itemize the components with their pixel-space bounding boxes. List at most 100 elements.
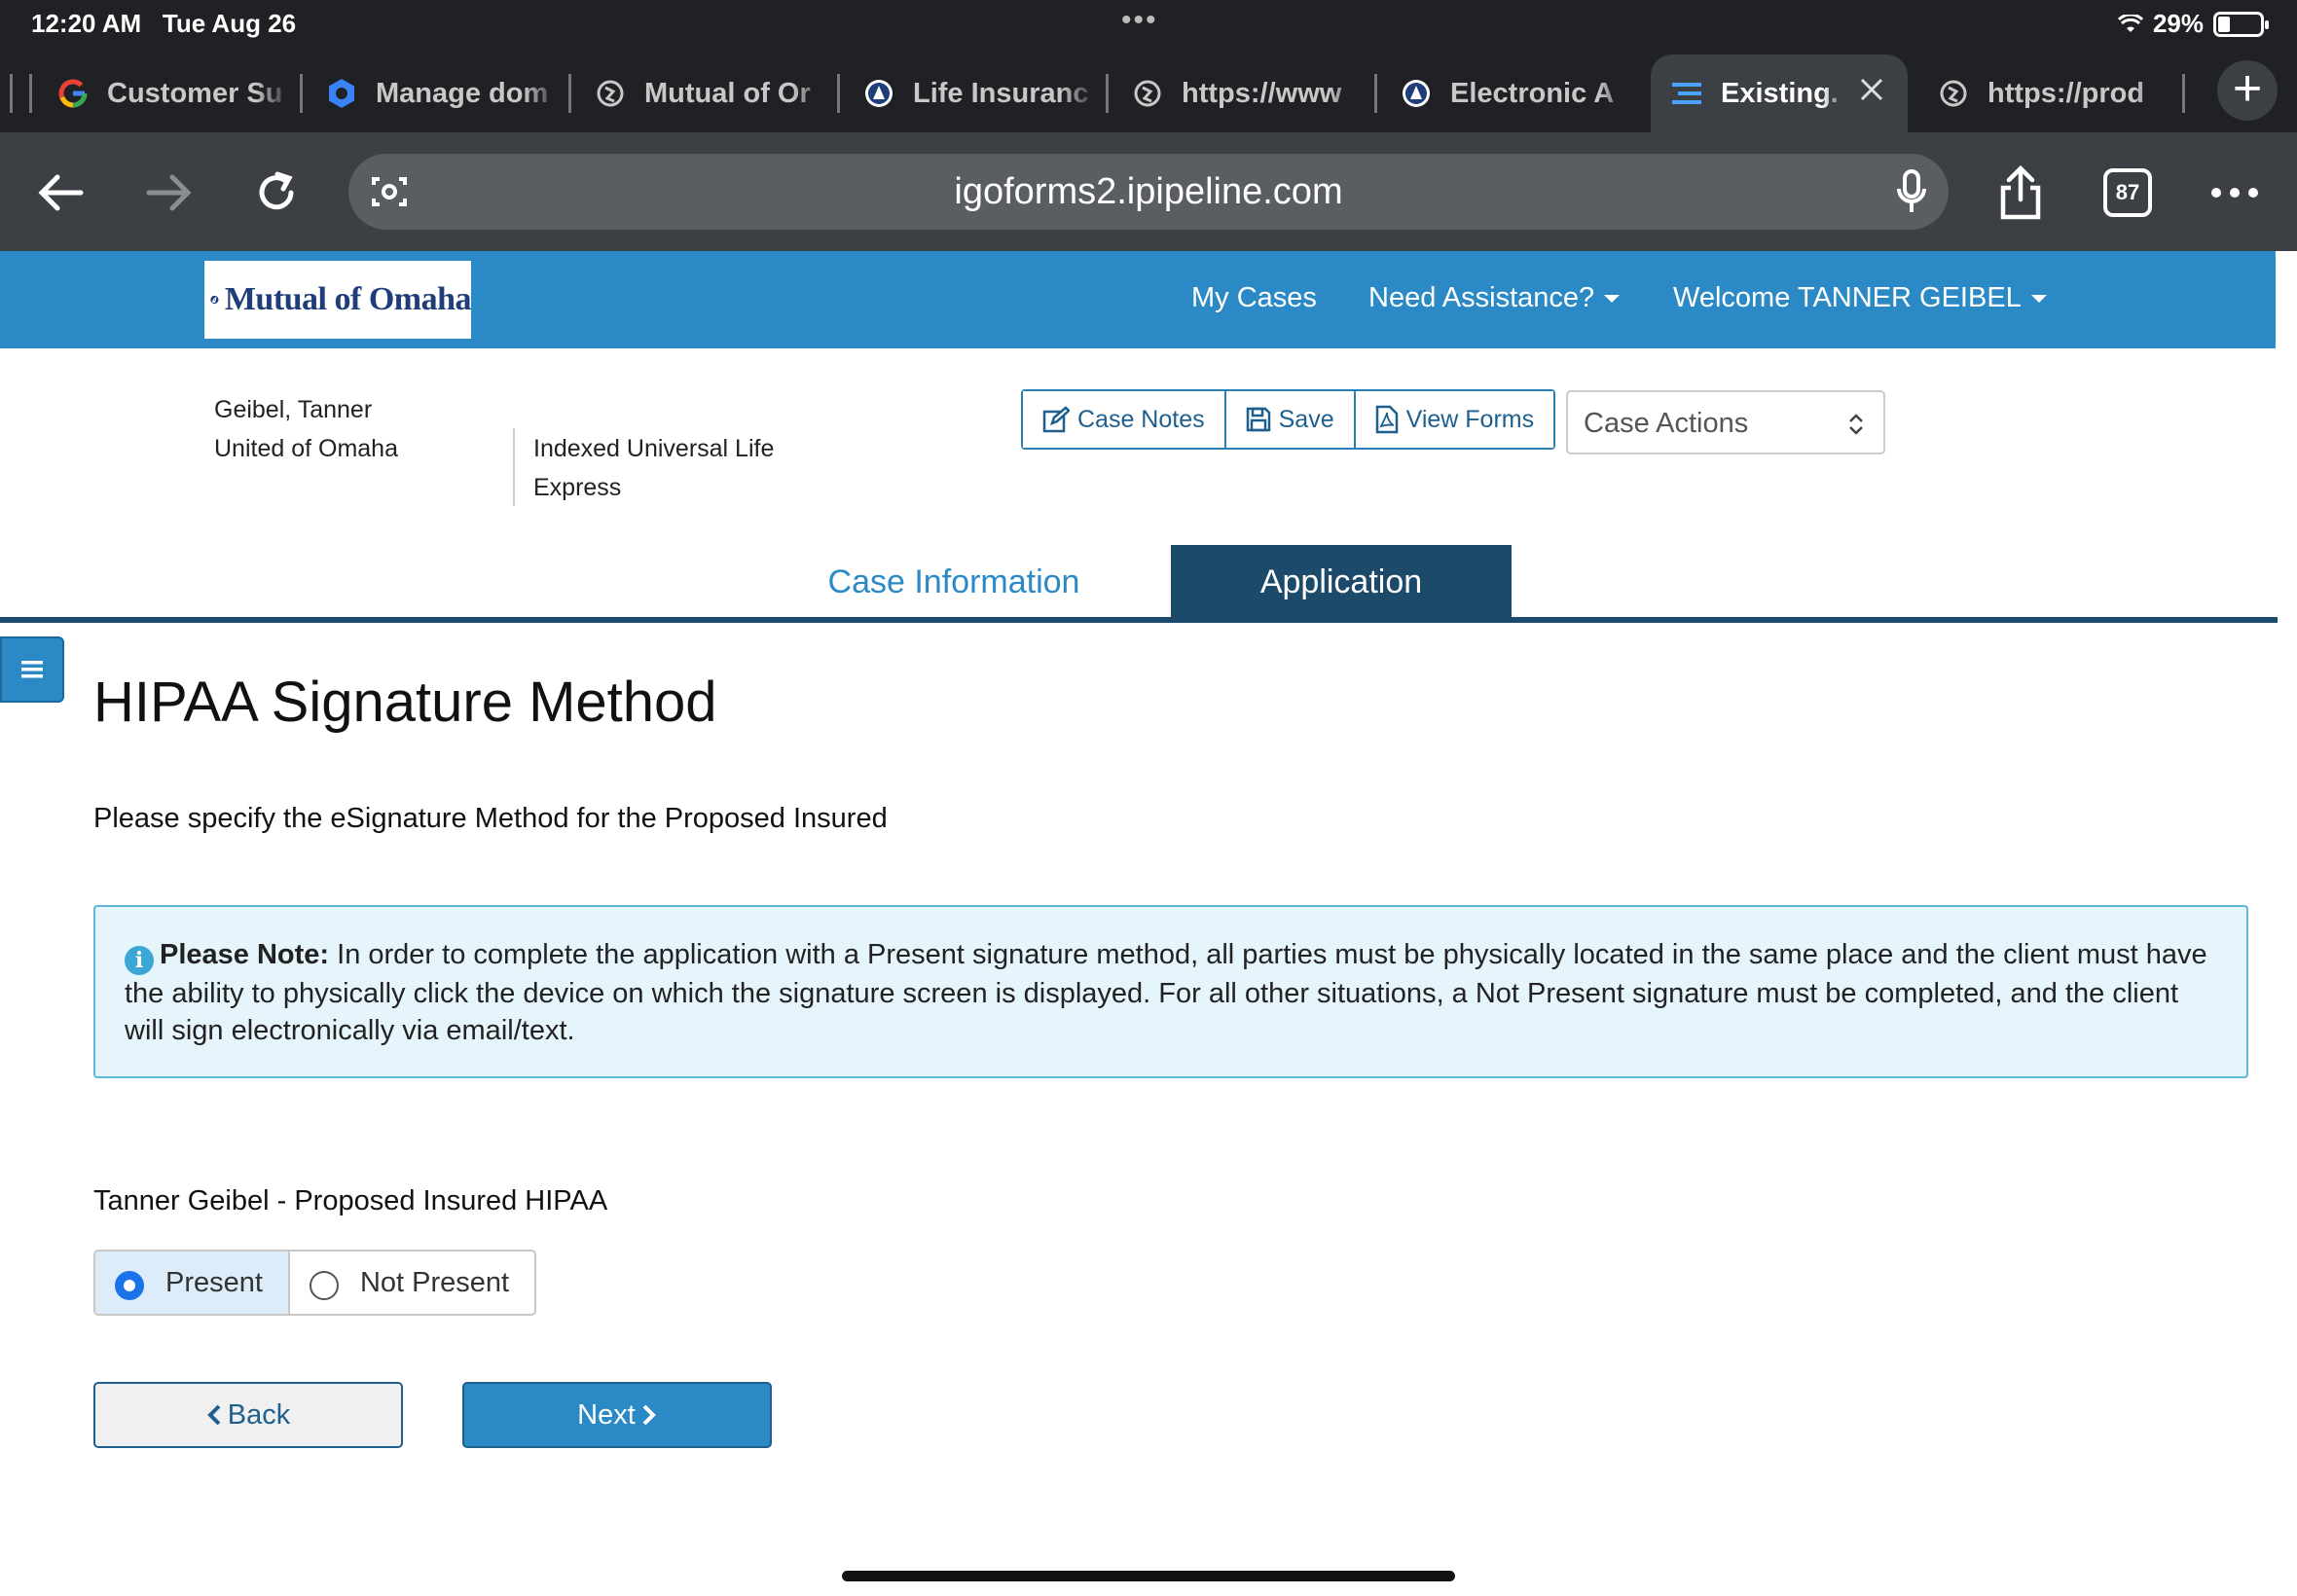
close-tab-icon[interactable]: [1859, 77, 1884, 110]
browser-tab[interactable]: https://www: [1131, 54, 1374, 132]
nav-need-assistance[interactable]: Need Assistance?: [1368, 282, 1621, 314]
product-variant: Express: [533, 474, 622, 501]
share-icon[interactable]: [1989, 162, 2052, 224]
not-present-label: Not Present: [359, 1266, 510, 1298]
status-bar: 12:20 AM Tue Aug 26 ••• 29%: [0, 0, 2297, 49]
status-time: 12:20 AM Tue Aug 26: [31, 9, 297, 38]
back-label: Back: [227, 1398, 291, 1431]
address-bar[interactable]: igoforms2.ipipeline.com: [348, 154, 1949, 230]
info-icon: i: [125, 946, 154, 975]
pdf-file-icon: [1375, 405, 1398, 434]
save-label: Save: [1278, 405, 1334, 433]
save-button[interactable]: Save: [1225, 391, 1356, 448]
caret-down-icon: [2030, 295, 2047, 304]
case-notes-button[interactable]: Case Notes: [1023, 391, 1226, 448]
divider: [513, 428, 515, 506]
radio-selected-icon[interactable]: [115, 1271, 144, 1300]
tab-separator: [2182, 74, 2185, 113]
browser-toolbar: igoforms2.ipipeline.com 87: [0, 132, 2297, 251]
gear-blue-icon: [325, 77, 358, 110]
list-icon: [1670, 77, 1703, 110]
please-note-alert: i Please Note: In order to complete the a…: [93, 905, 2248, 1078]
chevron-left-icon: [206, 1404, 221, 1426]
edit-icon: [1042, 406, 1070, 433]
forward-arrow-icon[interactable]: [138, 162, 201, 224]
indian-head-logo-icon: [210, 295, 219, 305]
tab-underline: [0, 617, 2278, 623]
home-indicator[interactable]: [842, 1571, 1455, 1581]
hipaa-question-label: Tanner Geibel - Proposed Insured HIPAA: [93, 1185, 608, 1216]
browser-tab[interactable]: Manage dom: [325, 54, 568, 132]
status-right: 29%: [2117, 9, 2269, 39]
case-actions-select[interactable]: Case Actions: [1566, 390, 1885, 454]
back-button[interactable]: Back: [93, 1382, 403, 1448]
nav-welcome-user[interactable]: Welcome TANNER GEIBEL: [1673, 282, 2047, 314]
logo-text: Mutual of Omaha: [224, 281, 472, 317]
globe-icon: [1131, 77, 1164, 110]
case-button-group: Case Notes Save View Forms: [1021, 389, 1556, 450]
nav-need-assistance-label: Need Assistance?: [1368, 282, 1595, 313]
company-name: United of Omaha: [214, 435, 398, 462]
tab-separator: [10, 74, 13, 113]
tab-separator: [568, 74, 571, 113]
browser-tab-strip: Customer Su Manage dom Mutual of Or Life…: [0, 49, 2297, 132]
reload-icon[interactable]: [245, 162, 308, 224]
mutual-of-omaha-icon: [862, 77, 895, 110]
present-radio-option[interactable]: Present: [95, 1251, 290, 1314]
nav-my-cases[interactable]: My Cases: [1191, 282, 1317, 314]
up-down-chevron-icon: [1849, 414, 1863, 435]
welcome-label: Welcome: [1673, 282, 1791, 313]
tab-separator: [1106, 74, 1109, 113]
signature-method-radio-group: Present Not Present: [93, 1250, 537, 1316]
next-button[interactable]: Next: [462, 1382, 772, 1448]
tab-count-icon[interactable]: 87: [2096, 162, 2159, 224]
tab-count: 87: [2103, 168, 2152, 217]
note-label: Please Note:: [160, 939, 330, 970]
tab-separator: [837, 74, 840, 113]
present-label: Present: [165, 1266, 263, 1298]
back-arrow-icon[interactable]: [29, 162, 91, 224]
page-title: HIPAA Signature Method: [93, 671, 717, 734]
browser-tab[interactable]: Life Insuranc: [862, 54, 1106, 132]
product-name: Indexed Universal Life: [533, 435, 775, 462]
mutual-of-omaha-icon: [1400, 77, 1433, 110]
browser-tab[interactable]: Electronic A: [1400, 54, 1643, 132]
case-notes-label: Case Notes: [1077, 405, 1205, 433]
battery-percent: 29%: [2152, 9, 2204, 38]
next-label: Next: [577, 1398, 636, 1431]
chevron-right-icon: [642, 1404, 656, 1426]
floppy-disk-icon: [1246, 407, 1270, 432]
view-forms-label: View Forms: [1405, 405, 1535, 433]
wifi-icon: [2117, 14, 2143, 32]
sidebar-toggle-button[interactable]: [0, 636, 64, 703]
user-name: TANNER GEIBEL: [1797, 282, 2022, 313]
browser-tab[interactable]: Customer Su: [56, 54, 300, 132]
browser-tab[interactable]: https://prod: [1937, 54, 2180, 132]
microphone-icon[interactable]: [1896, 169, 1927, 219]
not-present-radio-option[interactable]: Not Present: [290, 1251, 534, 1314]
client-name: Geibel, Tanner: [214, 396, 373, 423]
browser-tab-active[interactable]: Existing.: [1651, 54, 1908, 132]
tab-separator: [29, 74, 32, 113]
tab-separator: [1374, 74, 1377, 113]
radio-unselected-icon[interactable]: [309, 1271, 339, 1300]
caret-down-icon: [1604, 295, 1621, 304]
globe-icon: [1937, 77, 1970, 110]
multitask-dots[interactable]: •••: [1121, 4, 1158, 37]
new-tab-button[interactable]: +: [2217, 60, 2278, 121]
battery-icon: [2213, 11, 2269, 37]
globe-icon: [594, 77, 627, 110]
url-text: igoforms2.ipipeline.com: [954, 171, 1343, 212]
tab-separator: [300, 74, 303, 113]
site-header: Mutual of Omaha My Cases Need Assistance…: [0, 251, 2276, 348]
browser-tab[interactable]: Mutual of Or: [594, 54, 837, 132]
note-text: In order to complete the application wit…: [125, 939, 2207, 1046]
more-menu-icon[interactable]: [2204, 162, 2266, 224]
tab-case-information[interactable]: Case Information: [779, 545, 1129, 619]
case-actions-value: Case Actions: [1584, 408, 1749, 439]
tab-application[interactable]: Application: [1171, 545, 1512, 619]
view-forms-button[interactable]: View Forms: [1355, 391, 1554, 448]
page-subtitle: Please specify the eSignature Method for…: [93, 803, 888, 834]
mutual-of-omaha-logo[interactable]: Mutual of Omaha: [204, 261, 472, 339]
google-icon: [56, 77, 90, 110]
